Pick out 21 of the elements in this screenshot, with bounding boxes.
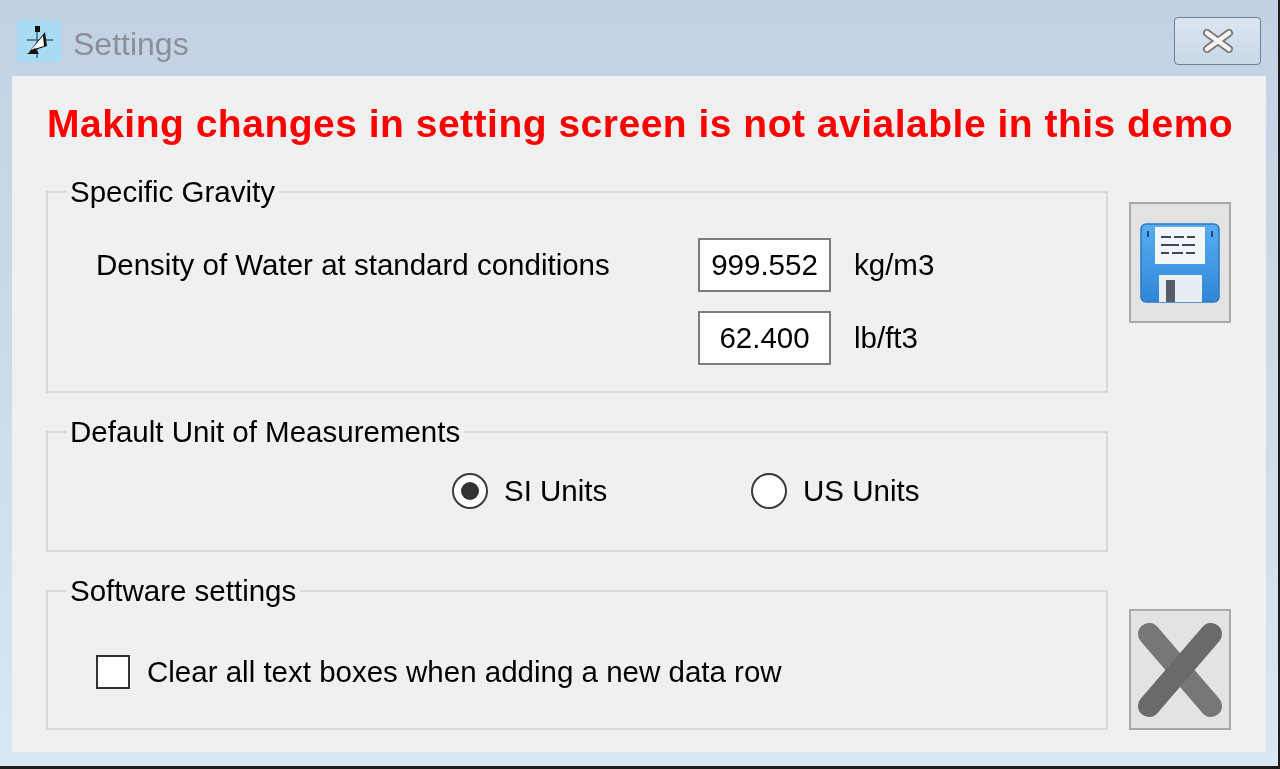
warning-text: Making changes in setting screen is not avialable in this demo [47,101,1234,147]
number-field[interactable]: 999.552 [698,238,831,292]
close-icon [1201,29,1234,53]
unit-label: kg/m3 [854,248,935,282]
unit-label: lb/ft3 [854,321,918,355]
radio-button[interactable] [452,473,488,509]
checkbox-label: Clear all text boxes when adding a new data row [147,655,782,689]
checkbox[interactable] [96,655,130,689]
cancel-button[interactable] [1129,609,1231,730]
group-title: Default Unit of Measurements [69,416,462,448]
number-field[interactable]: 62.400 [698,311,831,365]
radio-label: US Units [803,474,920,508]
group-title: Software settings [69,575,298,607]
radio-button[interactable] [751,473,787,509]
group-title: Specific Gravity [69,176,276,208]
close-button[interactable] [1174,17,1261,65]
field-label: Density of Water at standard conditions [96,248,610,282]
radio-label: SI Units [504,474,608,508]
window-title: Settings [73,26,189,62]
save-button[interactable] [1129,202,1231,323]
stick-figure-icon [17,20,61,62]
